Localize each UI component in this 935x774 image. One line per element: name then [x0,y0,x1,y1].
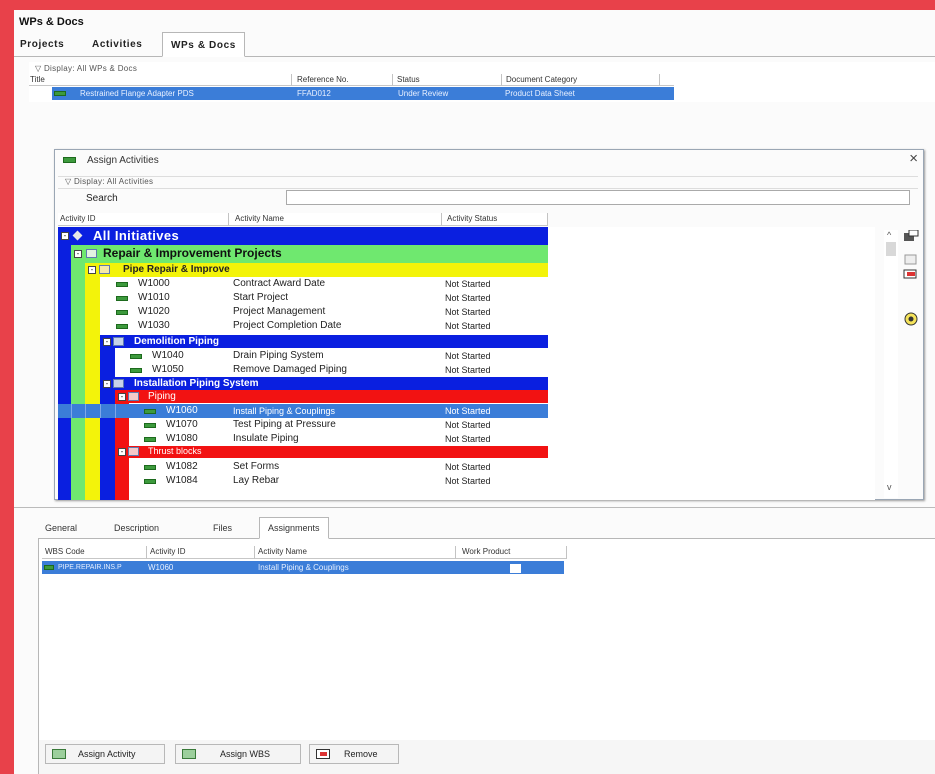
wps-row-ref: FFAD012 [297,89,331,98]
activity-row[interactable]: W1020 Project Management Not Started [58,305,875,319]
activities-header: Activity ID Activity Name Activity Statu… [58,213,548,226]
col-activity-status[interactable]: Activity Status [447,214,497,223]
assign-wbs-icon [182,749,196,759]
tab-description[interactable]: Description [114,523,159,533]
wps-header: Title Reference No. Status Document Cate… [29,74,674,86]
assignments-table: WBS Code Activity ID Activity Name Work … [38,539,935,740]
activity-row[interactable]: W1082 Set Forms Not Started [58,460,875,474]
assignment-id: W1060 [148,563,174,572]
bottom-tabs: General Description Files Assignments [38,517,935,539]
activity-row[interactable]: W1030 Project Completion Date Not Starte… [58,319,875,333]
close-icon[interactable]: × [909,150,918,167]
main-tabs: Projects Activities WPs & Docs [14,32,935,57]
remove-icon [316,749,330,759]
col-wbs-code[interactable]: WBS Code [45,547,85,556]
folder-icon [99,265,110,274]
assignment-name: Install Piping & Couplings [258,563,349,572]
scroll-down-icon[interactable]: v [887,482,892,492]
search-label: Search [86,193,118,204]
window-title: WPs & Docs [19,16,84,28]
folder-icon [128,447,139,456]
app-window: WPs & Docs Projects Activities WPs & Doc… [14,10,935,774]
button-bar: Assign Activity Assign WBS Remove [38,740,935,774]
col-activity-id[interactable]: Activity ID [150,547,186,556]
col-doc-category[interactable]: Document Category [506,75,577,84]
col-title[interactable]: Title [30,75,45,84]
scrollbar[interactable]: ^ v [884,230,898,498]
col-activity-name[interactable]: Activity Name [235,214,284,223]
group-pipe-repair[interactable]: - Pipe Repair & Improve [58,263,875,277]
col-activity-id[interactable]: Activity ID [60,214,96,223]
assign-wbs-button[interactable]: Assign WBS [175,744,301,764]
assignments-header: WBS Code Activity ID Activity Name Work … [42,546,567,559]
tab-files[interactable]: Files [213,523,232,533]
tab-general[interactable]: General [45,523,77,533]
remove-icon[interactable] [903,268,919,280]
folder-icon [86,249,97,258]
col-status[interactable]: Status [397,75,420,84]
assign-activity-button[interactable]: Assign Activity [45,744,165,764]
wps-row-selected[interactable]: Restrained Flange Adapter PDS FFAD012 Un… [52,87,674,100]
group-demolition-piping[interactable]: - Demolition Piping [58,335,875,348]
wps-row-status: Under Review [398,89,449,98]
dialog-title: Assign Activities [87,155,159,166]
tab-wps-docs[interactable]: WPs & Docs [162,32,245,57]
activity-row-selected[interactable]: W1060 Install Piping & Couplings Not Sta… [58,404,875,418]
unassign-icon[interactable] [903,254,919,266]
assign-icon[interactable] [903,229,919,242]
scroll-up-icon[interactable]: ^ [887,230,891,240]
search-input[interactable] [286,190,910,205]
activities-display-filter[interactable]: ▽ Display: All Activities [65,177,153,186]
assign-activities-dialog: Assign Activities × ▽ Display: All Activ… [54,149,924,500]
tab-assignments[interactable]: Assignments [259,517,329,539]
wps-table: ▽ Display: All WPs & Docs Title Referenc… [29,62,935,102]
activity-row[interactable]: W1050 Remove Damaged Piping Not Started [58,363,875,377]
folder-icon [128,392,139,401]
wps-row-title: Restrained Flange Adapter PDS [80,89,194,98]
activity-row[interactable]: W1070 Test Piping at Pressure Not Starte… [58,418,875,432]
folder-icon [113,337,124,346]
work-product-checkbox[interactable] [510,564,521,573]
tab-activities[interactable]: Activities [92,32,142,57]
activity-row[interactable]: W1084 Lay Rebar Not Started [58,474,875,488]
activity-row[interactable]: W1000 Contract Award Date Not Started [58,277,875,291]
tab-projects[interactable]: Projects [20,32,64,57]
wps-row-category: Product Data Sheet [505,89,575,98]
group-installation-piping[interactable]: - Installation Piping System [58,377,875,390]
col-reference[interactable]: Reference No. [297,75,349,84]
remove-button[interactable]: Remove [309,744,399,764]
group-thrust-blocks[interactable]: - Thrust blocks [58,446,875,458]
wps-display-filter[interactable]: ▽ Display: All WPs & Docs [35,64,137,73]
activity-row[interactable]: W1080 Insulate Piping Not Started [58,432,875,446]
group-piping[interactable]: - Piping [58,390,875,403]
group-repair-improvement[interactable]: - Repair & Improvement Projects [58,245,875,263]
col-activity-name[interactable]: Activity Name [258,547,307,556]
col-work-product[interactable]: Work Product [462,547,510,556]
scroll-thumb[interactable] [886,242,896,256]
activity-row[interactable]: W1010 Start Project Not Started [58,291,875,305]
group-all-initiatives[interactable]: - All Initiatives [58,227,875,245]
assignment-row[interactable]: PIPE.REPAIR.INS.P W1060 Install Piping &… [42,561,564,574]
activity-row[interactable]: W1040 Drain Piping System Not Started [58,349,875,363]
folder-icon [113,379,124,388]
dialog-icon [63,157,76,163]
assign-activity-icon [52,749,66,759]
assignment-wbs: PIPE.REPAIR.INS.P [58,564,122,571]
view-icon[interactable] [904,312,918,326]
activities-tree: - All Initiatives - Repair & Improvement… [58,227,875,500]
